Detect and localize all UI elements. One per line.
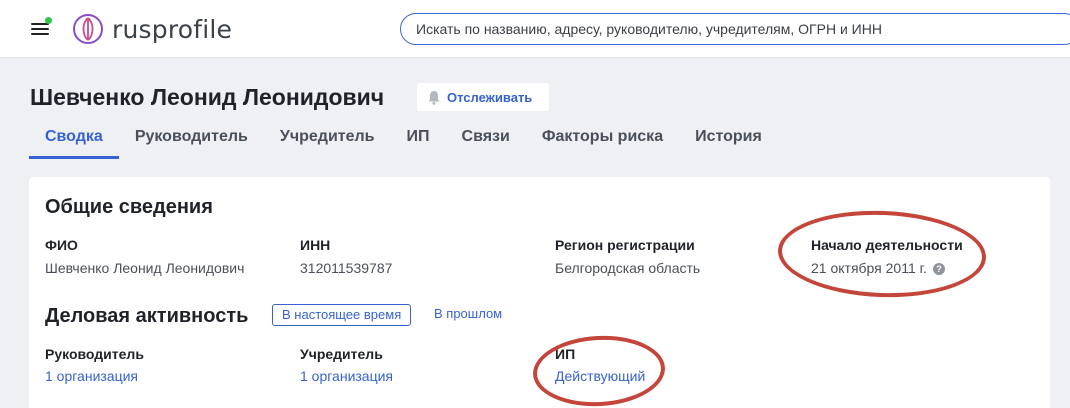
ip-status-link[interactable]: Действующий xyxy=(555,368,645,384)
business-heading: Деловая активность xyxy=(45,305,249,327)
founder-label: Учредитель xyxy=(300,346,383,362)
fio-value: Шевченко Леонид Леонидович xyxy=(45,260,245,276)
tab-risk-factors[interactable]: Факторы риска xyxy=(526,117,679,159)
bell-icon xyxy=(428,90,440,105)
inn-label: ИНН xyxy=(300,237,331,253)
tab-ip[interactable]: ИП xyxy=(391,117,446,159)
tab-director[interactable]: Руководитель xyxy=(119,117,264,159)
page-title: Шевченко Леонид Леонидович xyxy=(30,84,385,110)
menu-icon[interactable] xyxy=(31,17,52,36)
tab-connections[interactable]: Связи xyxy=(446,117,526,159)
tab-founder[interactable]: Учредитель xyxy=(264,117,391,159)
notification-dot xyxy=(45,17,52,24)
general-heading: Общие сведения xyxy=(45,196,213,218)
help-icon[interactable]: ? xyxy=(932,263,945,275)
start-date-row: 21 октября 2011 г.? xyxy=(811,260,945,276)
start-date-value: 21 октября 2011 г. xyxy=(811,260,927,276)
region-value: Белгородская область xyxy=(555,260,701,276)
logo-icon xyxy=(73,14,103,44)
logo[interactable]: rusprofile xyxy=(72,13,232,45)
director-label: Руководитель xyxy=(45,346,144,362)
fio-label: ФИО xyxy=(45,237,78,253)
director-link[interactable]: 1 организация xyxy=(45,368,138,384)
logo-text: rusprofile xyxy=(112,14,233,44)
summary-card: Общие сведения ФИО Шевченко Леонид Леони… xyxy=(29,177,1050,408)
ip-label: ИП xyxy=(555,346,576,362)
search-input[interactable] xyxy=(400,13,1070,45)
toggle-past[interactable]: В прошлом xyxy=(425,304,511,326)
founder-link[interactable]: 1 организация xyxy=(300,368,393,384)
start-date-label: Начало деятельности xyxy=(811,237,963,253)
tab-history[interactable]: История xyxy=(679,117,778,159)
tab-bar: Сводка Руководитель Учредитель ИП Связи … xyxy=(29,117,778,159)
region-label: Регион регистрации xyxy=(555,237,695,253)
tab-summary[interactable]: Сводка xyxy=(29,117,119,159)
follow-label: Отслеживать xyxy=(447,89,533,105)
inn-value: 312011539787 xyxy=(300,260,393,276)
follow-button[interactable]: Отслеживать xyxy=(417,83,549,111)
toggle-current[interactable]: В настоящее время xyxy=(272,304,412,326)
top-bar: rusprofile xyxy=(0,0,1070,58)
